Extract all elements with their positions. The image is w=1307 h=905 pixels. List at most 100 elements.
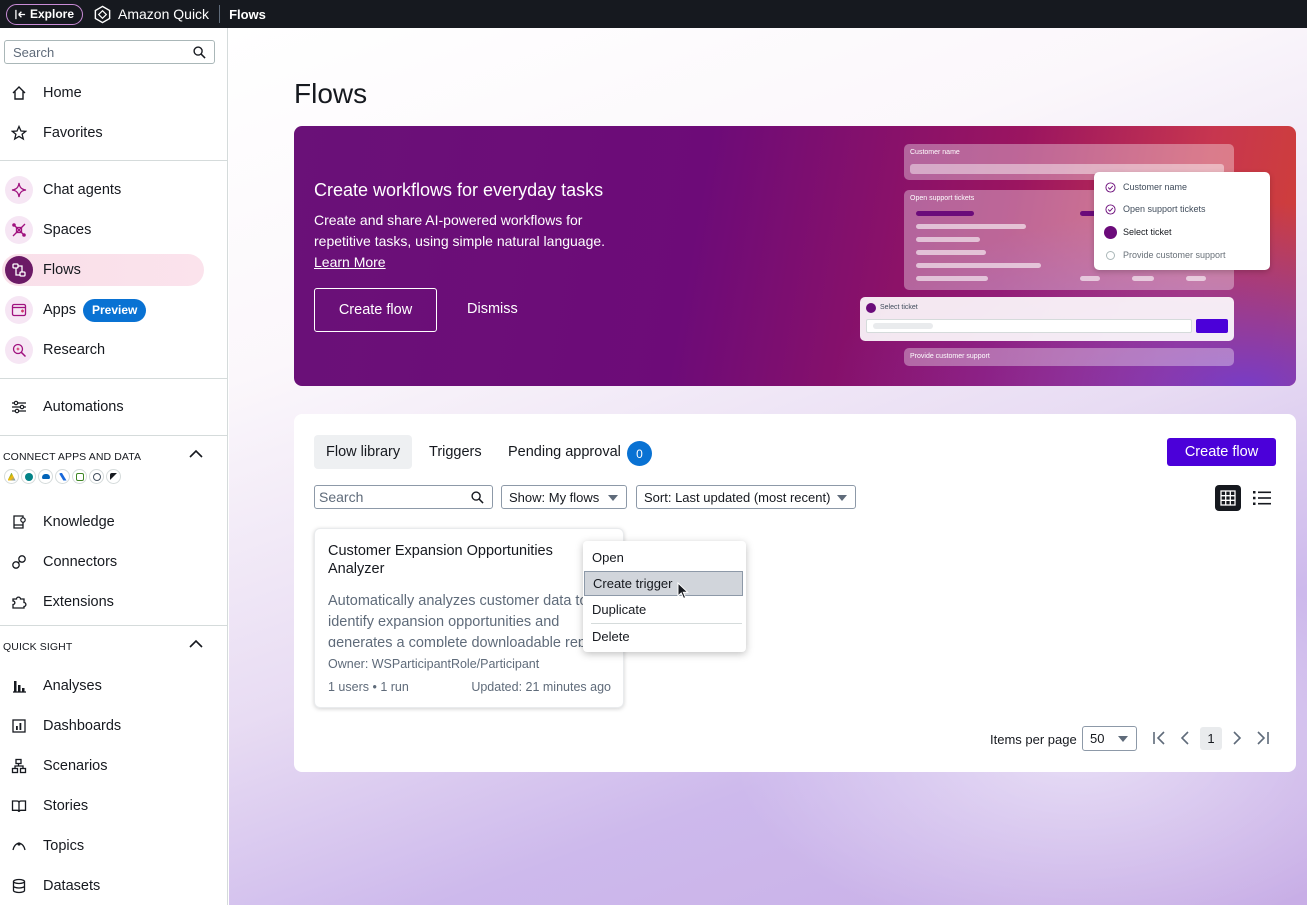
flow-stats: 1 users • 1 run [328, 680, 409, 694]
sidebar-item-spaces[interactable]: Spaces [0, 214, 228, 246]
main-content: Flows Create workflows for everyday task… [229, 28, 1307, 905]
section-title-quicksight: QUICK SIGHT [3, 641, 73, 653]
sidebar-divider [0, 160, 228, 161]
research-icon [5, 336, 33, 364]
sharepoint-icon[interactable] [21, 469, 36, 484]
last-page-icon [1257, 731, 1269, 745]
hero-description: Create and share AI-powered workflows fo… [314, 212, 606, 249]
items-per-page-value: 50 [1090, 731, 1105, 746]
sidebar: Search Home Favorites Chat agents Spaces… [0, 28, 228, 905]
illus-step: Provide customer support [1123, 250, 1226, 260]
sidebar-search-input[interactable]: Search [4, 40, 215, 64]
current-page-number[interactable]: 1 [1200, 727, 1222, 750]
illus-label: Customer name [910, 149, 960, 156]
s3-icon[interactable] [72, 469, 87, 484]
confluence-icon[interactable] [55, 469, 70, 484]
sidebar-item-label: Dashboards [43, 718, 122, 734]
menu-item-duplicate[interactable]: Duplicate [583, 597, 746, 622]
collapse-left-icon [15, 9, 26, 19]
sidebar-item-label: Apps [43, 302, 77, 318]
sidebar-item-flows[interactable]: Flows [0, 254, 228, 286]
web-icon[interactable] [89, 469, 104, 484]
automations-icon [10, 398, 28, 416]
illus-label: Provide customer support [910, 353, 990, 360]
sidebar-item-datasets[interactable]: Datasets [0, 870, 228, 902]
sidebar-item-label: Scenarios [43, 758, 108, 774]
tab-pending-approval[interactable]: Pending approval [508, 435, 621, 469]
top-bar: Explore Amazon Quick Flows [0, 0, 1307, 28]
topics-icon [10, 837, 28, 855]
show-filter-select[interactable]: Show: My flows [501, 485, 627, 509]
learn-more-link[interactable]: Learn More [314, 254, 386, 270]
illus-card-select: Select ticket [860, 297, 1234, 341]
sidebar-item-analyses[interactable]: Analyses [0, 670, 228, 702]
next-page-button[interactable] [1229, 730, 1245, 746]
grid-view-button[interactable] [1215, 485, 1241, 511]
sidebar-item-label: Datasets [43, 878, 101, 894]
chevron-up-icon[interactable] [189, 639, 203, 649]
sidebar-item-research[interactable]: Research [0, 334, 228, 366]
hero-illustration: Customer name Open support tickets Custo… [860, 144, 1270, 368]
sparkle-icon [5, 176, 33, 204]
google-drive-icon[interactable] [4, 469, 19, 484]
explore-button[interactable]: Explore [6, 3, 84, 25]
amazon-quick-logo-icon [94, 5, 111, 23]
illus-label: Select ticket [880, 304, 918, 311]
illus-step: Open support tickets [1123, 204, 1206, 214]
menu-item-delete[interactable]: Delete [583, 624, 746, 649]
tab-flow-library[interactable]: Flow library [314, 435, 413, 469]
tab-triggers[interactable]: Triggers [429, 435, 482, 469]
previous-page-button[interactable] [1177, 730, 1193, 746]
pending-step-icon [1106, 251, 1115, 260]
flow-title[interactable]: Customer Expansion Opportunities Analyze… [328, 542, 598, 578]
connectors-icon [10, 553, 28, 571]
scenarios-icon [10, 757, 28, 775]
search-icon [193, 46, 206, 59]
check-circle-icon [1105, 204, 1116, 215]
items-per-page-label: Items per page [990, 732, 1077, 747]
bar-chart-icon [10, 677, 28, 695]
sidebar-item-automations[interactable]: Automations [0, 391, 228, 423]
items-per-page-select[interactable]: 50 [1082, 726, 1137, 751]
dismiss-button[interactable]: Dismiss [467, 301, 518, 317]
illus-card-provide: Provide customer support [904, 348, 1234, 366]
spaces-icon [5, 216, 33, 244]
sidebar-item-extensions[interactable]: Extensions [0, 586, 228, 618]
knowledge-icon [10, 513, 28, 531]
sidebar-item-dashboards[interactable]: Dashboards [0, 710, 228, 742]
illus-step: Select ticket [1123, 227, 1172, 237]
brand[interactable]: Amazon Quick [93, 5, 209, 24]
flow-context-menu: Open Create trigger Duplicate Delete [583, 541, 746, 652]
sidebar-item-chat-agents[interactable]: Chat agents [0, 174, 228, 206]
sidebar-divider [0, 378, 228, 379]
last-page-button[interactable] [1255, 730, 1271, 746]
sidebar-item-home[interactable]: Home [0, 77, 228, 109]
hero-create-flow-button[interactable]: Create flow [314, 288, 437, 332]
sidebar-divider [0, 625, 228, 626]
list-view-button[interactable] [1249, 485, 1275, 511]
caret-down-icon [1118, 736, 1128, 742]
caret-down-icon [837, 495, 847, 501]
sort-select[interactable]: Sort: Last updated (most recent) [636, 485, 856, 509]
menu-item-create-trigger[interactable]: Create trigger [584, 571, 743, 596]
sidebar-item-knowledge[interactable]: Knowledge [0, 506, 228, 538]
sidebar-item-scenarios[interactable]: Scenarios [0, 750, 228, 782]
zendesk-icon[interactable] [106, 469, 121, 484]
sidebar-item-apps[interactable]: Apps Preview [0, 294, 228, 326]
sidebar-item-connectors[interactable]: Connectors [0, 546, 228, 578]
sidebar-item-topics[interactable]: Topics [0, 830, 228, 862]
sort-value: Sort: Last updated (most recent) [644, 489, 831, 505]
create-flow-button[interactable]: Create flow [1167, 438, 1276, 466]
menu-item-open[interactable]: Open [583, 545, 746, 570]
sidebar-item-favorites[interactable]: Favorites [0, 117, 228, 149]
sidebar-item-label: Flows [43, 262, 81, 278]
onedrive-icon[interactable] [38, 469, 53, 484]
breadcrumb[interactable]: Flows [229, 7, 266, 22]
sidebar-item-stories[interactable]: Stories [0, 790, 228, 822]
chevron-up-icon[interactable] [189, 449, 203, 459]
first-page-button[interactable] [1151, 730, 1167, 746]
hero-title: Create workflows for everyday tasks [314, 180, 604, 200]
flow-card[interactable]: Customer Expansion Opportunities Analyze… [314, 528, 624, 708]
sidebar-item-label: Automations [43, 399, 124, 415]
flow-search-input[interactable]: Search [314, 485, 493, 509]
